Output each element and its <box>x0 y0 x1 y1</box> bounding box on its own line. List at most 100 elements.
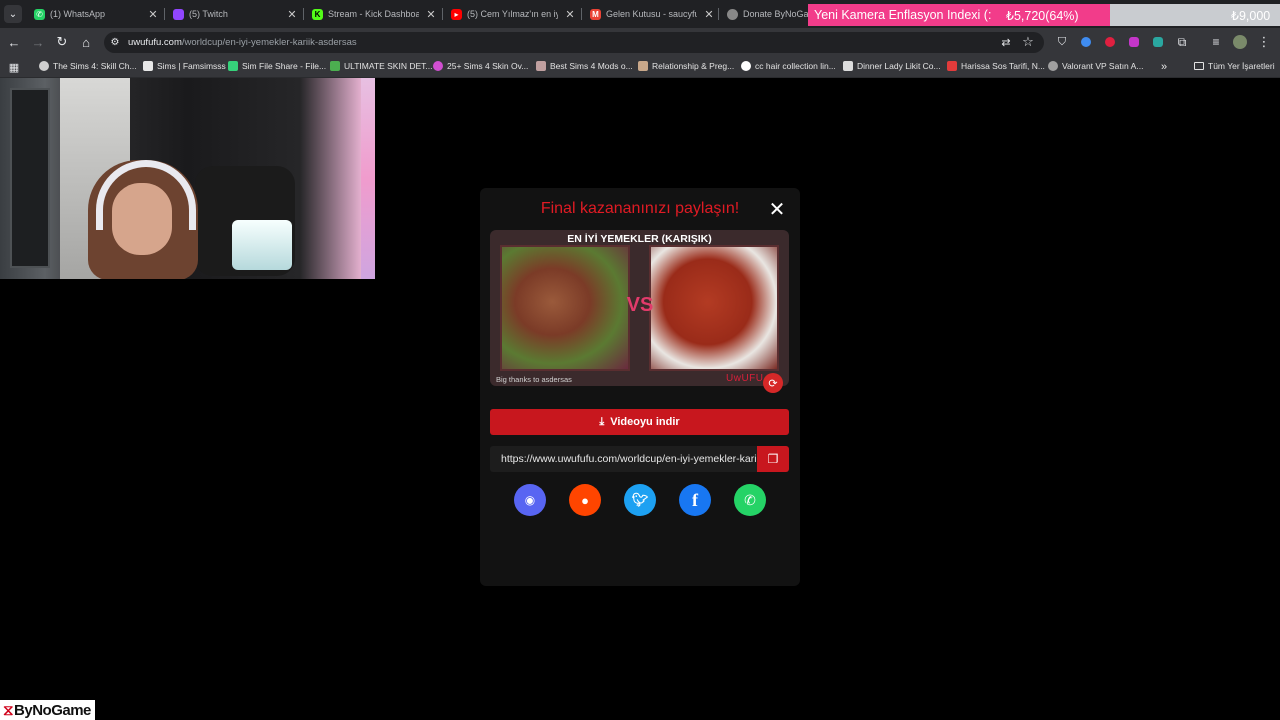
url-host: uwufufu.com <box>128 37 182 48</box>
bookmark-favicon <box>143 61 153 71</box>
bookmark-item[interactable]: ULTIMATE SKIN DET... <box>330 61 432 71</box>
webcam-edge <box>361 78 375 279</box>
bookmark-label: The Sims 4: Skill Ch... <box>53 61 137 71</box>
tab-whatsapp[interactable]: ✆ (1) WhatsApp ✕ <box>26 3 164 25</box>
refresh-icon[interactable]: ⟳ <box>763 373 783 393</box>
bookmark-item[interactable]: Harissa Sos Tarifi, N... <box>947 61 1045 71</box>
translate-icon[interactable]: ⇄ <box>998 34 1014 50</box>
bookmark-item[interactable]: The Sims 4: Skill Ch... <box>39 61 137 71</box>
close-tab-icon[interactable]: ✕ <box>285 8 299 21</box>
close-tab-icon[interactable]: ✕ <box>702 8 716 21</box>
watermark-logo: UwUFU <box>726 373 764 384</box>
twitter-icon: 🐦︎ <box>631 492 649 507</box>
bookmark-item[interactable]: Best Sims 4 Mods o... <box>536 61 633 71</box>
home-icon[interactable]: ⌂ <box>78 34 94 50</box>
share-whatsapp-button[interactable]: ✆ <box>734 484 766 516</box>
share-twitter-button[interactable]: 🐦︎ <box>624 484 656 516</box>
tab-title: Stream - Kick Dashboard <box>328 9 419 19</box>
chevron-down-icon: ⌄ <box>8 8 18 20</box>
reddit-icon: ● <box>581 492 589 508</box>
tab-title: (1) WhatsApp <box>50 9 106 19</box>
tab-kick[interactable]: K Stream - Kick Dashboard ✕ <box>304 3 442 25</box>
tab-gmail[interactable]: M Gelen Kutusu - saucyfung ✕ <box>582 3 720 25</box>
webcam-overlay <box>0 78 375 279</box>
extension-teal-icon[interactable] <box>1153 37 1163 47</box>
gmail-icon: M <box>590 8 601 20</box>
close-icon[interactable]: ✕ <box>767 200 787 220</box>
bookmark-item[interactable]: 25+ Sims 4 Skin Ov... <box>433 61 528 71</box>
bookmark-label: Valorant VP Satın A... <box>1062 61 1144 71</box>
bookmark-favicon <box>228 61 238 71</box>
all-bookmarks-folder[interactable]: Tüm Yer İşaretleri <box>1194 61 1275 71</box>
bookmark-item[interactable]: cc hair collection lin... <box>741 61 836 71</box>
profile-avatar[interactable] <box>1233 35 1247 49</box>
download-icon: ⤓ <box>599 415 605 428</box>
share-facebook-button[interactable]: f <box>679 484 711 516</box>
close-tab-icon[interactable]: ✕ <box>424 8 438 21</box>
bookmark-label: Best Sims 4 Mods o... <box>550 61 633 71</box>
tab-title: (5) Twitch <box>189 9 228 19</box>
food-image-left <box>500 245 630 371</box>
bookmark-favicon <box>843 61 853 71</box>
bookmark-favicon <box>638 61 648 71</box>
all-bookmarks-label: Tüm Yer İşaretleri <box>1208 61 1275 71</box>
url-text[interactable]: uwufufu.com/worldcup/en-iyi-yemekler-kar… <box>128 37 357 48</box>
bookmark-item[interactable]: Dinner Lady Likit Co... <box>843 61 941 71</box>
more-bookmarks-chevron-icon[interactable]: » <box>1161 61 1167 73</box>
shield-extension-icon[interactable]: ⛉ <box>1054 34 1070 50</box>
reading-list-icon[interactable]: ≡ <box>1208 34 1224 50</box>
webcam-light <box>232 220 292 270</box>
tab-youtube[interactable]: ▸ (5) Cem Yılmaz'ın en iyi sa ✕ <box>443 3 581 25</box>
bookmark-star-icon[interactable]: ☆ <box>1020 34 1036 50</box>
url-path: /worldcup/en-iyi-yemekler-kariik-asdersa… <box>181 37 357 48</box>
bookmark-label: cc hair collection lin... <box>755 61 836 71</box>
bookmark-label: Relationship & Preg... <box>652 61 735 71</box>
share-link-field[interactable]: https://www.uwufufu.com/worldcup/en-iyi-… <box>490 446 758 472</box>
close-tab-icon[interactable]: ✕ <box>563 8 577 21</box>
share-reddit-button[interactable]: ● <box>569 484 601 516</box>
bookmark-item[interactable]: Sims | Famsimsss <box>143 61 226 71</box>
bookmark-favicon <box>433 61 443 71</box>
bookmark-label: Sims | Famsimsss <box>157 61 226 71</box>
vs-label: VS <box>626 294 654 316</box>
tab-search-button[interactable]: ⌄ <box>4 5 22 23</box>
food-image-right <box>649 245 779 371</box>
bookmark-favicon <box>947 61 957 71</box>
bookmark-label: 25+ Sims 4 Skin Ov... <box>447 61 529 71</box>
tab-title: (5) Cem Yılmaz'ın en iyi sa <box>467 9 558 19</box>
bookmark-item[interactable]: Valorant VP Satın A... <box>1048 61 1143 71</box>
tab-title: Donate ByNoGame <box>743 9 809 19</box>
tab-donate[interactable]: Donate ByNoGame <box>719 3 809 25</box>
copy-link-button[interactable]: ❐ <box>757 446 789 472</box>
donation-goal: ₺9,000 <box>1231 9 1271 23</box>
extension-purple-icon[interactable] <box>1129 37 1139 47</box>
winner-card-title: EN İYİ YEMEKLER (KARIŞIK) <box>567 233 712 245</box>
folder-icon <box>1194 62 1204 70</box>
bookmark-favicon <box>1048 61 1058 71</box>
bookmark-item[interactable]: Relationship & Preg... <box>638 61 734 71</box>
close-tab-icon[interactable]: ✕ <box>146 8 160 21</box>
whatsapp-icon: ✆ <box>34 8 45 20</box>
bynogame-logo: ⧖ ByNoGame <box>0 700 95 720</box>
extension-red-icon[interactable] <box>1105 37 1115 47</box>
bookmark-item[interactable]: Sim File Share - File... <box>228 61 326 71</box>
site-info-icon[interactable]: ⚙ <box>108 35 122 49</box>
youtube-icon: ▸ <box>451 8 462 20</box>
extension-blue-icon[interactable] <box>1081 37 1091 47</box>
share-discord-button[interactable]: ◉ <box>514 484 546 516</box>
bookmark-favicon <box>741 61 751 71</box>
extensions-puzzle-icon[interactable]: ⧉ <box>1174 34 1190 50</box>
back-icon[interactable]: ← <box>6 34 22 50</box>
forward-icon[interactable]: → <box>30 34 46 50</box>
tab-title: Gelen Kutusu - saucyfung <box>606 9 697 19</box>
donation-amount: ₺5,720(64%) <box>1006 9 1079 23</box>
donation-title: Yeni Kamera Enflasyon Indexi (: <box>814 8 992 22</box>
bookmark-label: Dinner Lady Likit Co... <box>857 61 941 71</box>
reload-icon[interactable]: ↻ <box>54 34 70 50</box>
bookmark-favicon <box>330 61 340 71</box>
apps-grid-icon[interactable]: ▦ <box>6 59 22 75</box>
bookmark-favicon <box>536 61 546 71</box>
tab-twitch[interactable]: (5) Twitch ✕ <box>165 3 303 25</box>
download-video-button[interactable]: ⤓ Videoyu indir <box>490 409 789 435</box>
menu-kebab-icon[interactable]: ⋮ <box>1256 34 1272 50</box>
